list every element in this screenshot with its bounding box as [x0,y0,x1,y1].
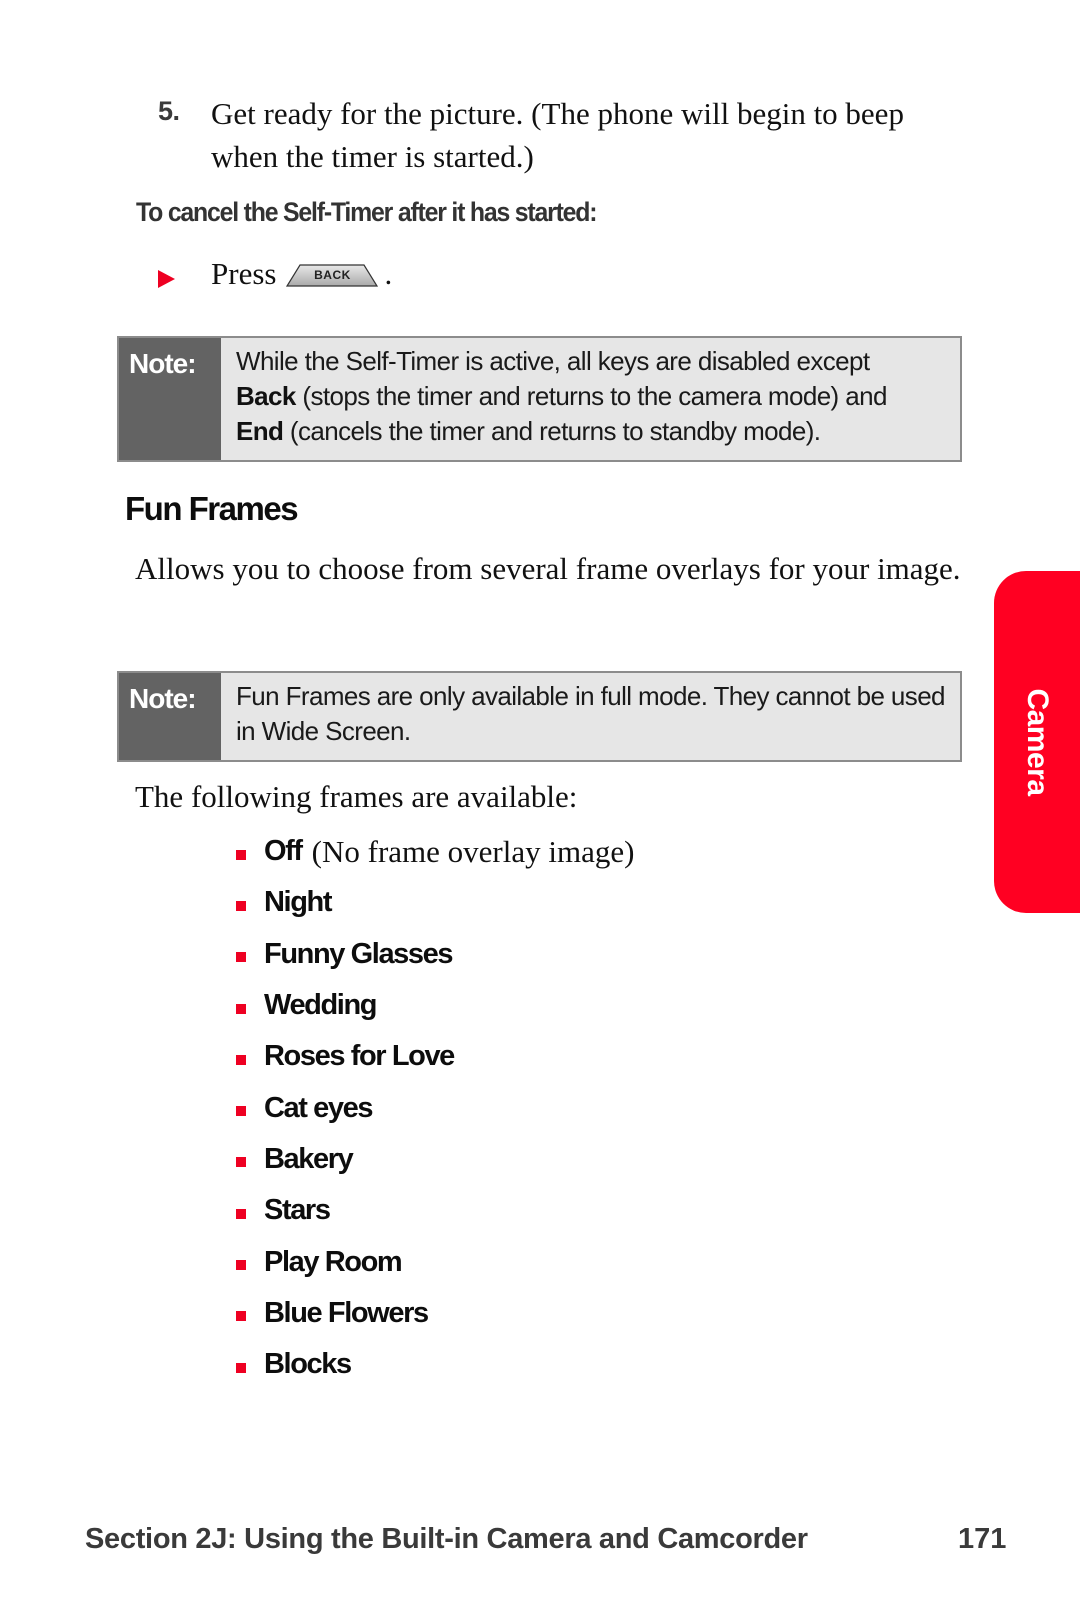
list-item: Bakery [236,1134,634,1185]
frame-list: Off (No frame overlay image) Night Funny … [236,826,634,1390]
note-label: Note: [119,673,221,760]
square-bullet-icon [236,1208,246,1219]
side-tab-label: Camera [1021,688,1054,796]
note-line: End (cancels the timer and returns to st… [236,414,950,449]
list-item: Roses for Love [236,1031,634,1082]
frames-available-text: The following frames are available: [135,779,578,814]
back-key-term: Back [236,381,296,411]
note-body: Fun Frames are only available in full mo… [236,681,946,746]
end-key-term: End [236,416,284,446]
press-text: Press [211,256,277,291]
press-instruction: Press BACK . [211,256,392,292]
note-body: While the Self-Timer is active, all keys… [221,338,960,460]
list-item: Blue Flowers [236,1288,634,1339]
arrow-bullet-icon [158,270,175,288]
note-box-self-timer: Note: While the Self-Timer is active, al… [117,336,962,462]
note-text: (cancels the timer and returns to standb… [283,416,821,446]
frame-name: Funny Glasses [264,937,454,970]
step-number: 5. [158,96,180,126]
frame-name: Bakery [264,1142,354,1175]
back-key-icon: BACK [286,264,379,287]
frame-name: Cat eyes [264,1091,374,1124]
square-bullet-icon [236,1106,246,1117]
frame-name: Off [264,835,303,868]
section-title: Fun Frames [125,490,299,527]
list-item: Cat eyes [236,1082,634,1133]
square-bullet-icon [236,1054,246,1065]
step-text: Get ready for the picture. (The phone wi… [211,96,904,174]
frame-name: Wedding [264,989,377,1022]
frame-name: Roses for Love [264,1040,455,1073]
frame-desc: (No frame overlay image) [311,833,635,869]
page-number: 171 [958,1523,1007,1555]
square-bullet-icon [236,1260,246,1271]
cancel-subheading: To cancel the Self-Timer after it has st… [136,197,598,227]
square-bullet-icon [236,1362,246,1373]
list-item: Wedding [236,980,634,1031]
note-label: Note: [119,338,221,460]
footer-section-title: Section 2J: Using the Built-in Camera an… [85,1523,808,1555]
note-text: (stops the timer and returns to the came… [295,381,887,411]
square-bullet-icon [236,952,246,963]
note-line: While the Self-Timer is active, all keys… [236,346,870,376]
square-bullet-icon [236,1003,246,1014]
list-item: Stars [236,1185,634,1236]
list-item: Off (No frame overlay image) [236,826,634,877]
frame-name: Stars [264,1194,331,1227]
note-line: Back (stops the timer and returns to the… [236,379,950,414]
square-bullet-icon [236,1311,246,1322]
square-bullet-icon [236,900,246,911]
list-item: Blocks [236,1339,634,1390]
list-item: Funny Glasses [236,929,634,980]
square-bullet-icon [236,849,246,860]
frame-name: Blue Flowers [264,1296,429,1329]
section-intro: Allows you to choose from several frame … [135,551,961,586]
frame-name: Night [264,886,332,919]
list-item: Night [236,877,634,928]
press-suffix: . [384,256,393,291]
section-side-tab[interactable]: Camera [994,571,1080,913]
frame-name: Blocks [264,1348,352,1381]
square-bullet-icon [236,1157,246,1168]
frame-name: Play Room [264,1245,403,1278]
list-item: Play Room [236,1236,634,1287]
note-box-fun-frames: Note: Fun Frames are only available in f… [117,671,962,762]
back-key-label: BACK [314,268,351,282]
